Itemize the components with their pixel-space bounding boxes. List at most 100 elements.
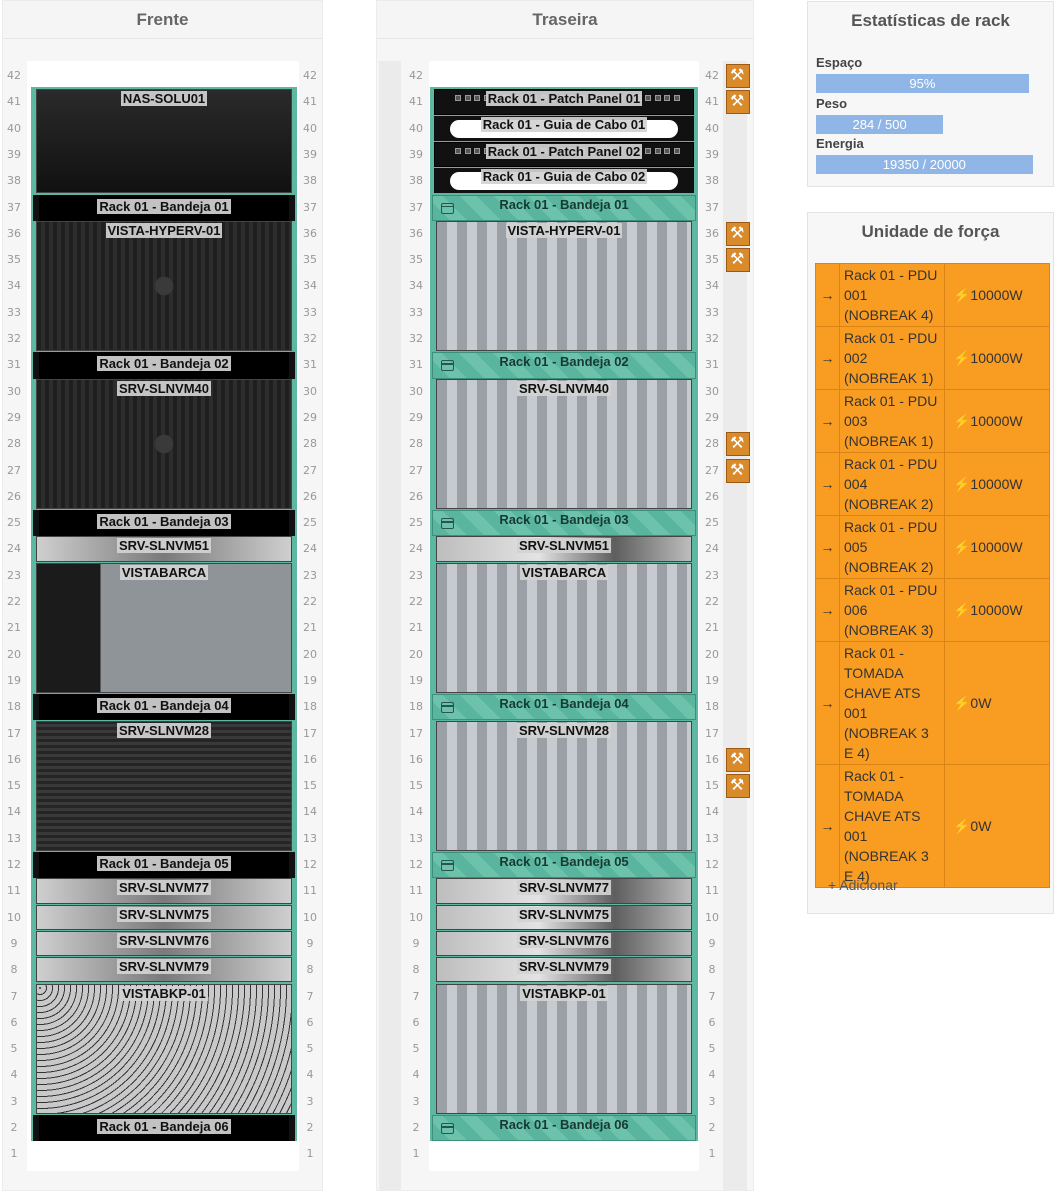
rack-rail bbox=[379, 61, 401, 1191]
pdu-row[interactable]: → Rack 01 - PDU 001 (NOBREAK 4) ⚡10000W bbox=[815, 263, 1050, 327]
device-front[interactable]: SRV-SLNVM28 bbox=[36, 720, 292, 851]
warning-icon[interactable] bbox=[726, 458, 750, 483]
device-rear[interactable]: SRV-SLNVM75 bbox=[436, 904, 692, 930]
rack-unit-number: 31 bbox=[705, 358, 719, 372]
port-icon bbox=[455, 95, 461, 102]
device-rear[interactable]: SRV-SLNVM76 bbox=[436, 930, 692, 957]
device-front[interactable]: SRV-SLNVM51 bbox=[36, 536, 292, 562]
port-icon bbox=[673, 147, 680, 154]
pdu-row[interactable]: → Rack 01 - TOMADA CHAVE ATS 001 (NOBREAK… bbox=[815, 764, 1050, 888]
device-label: Rack 01 - Bandeja 06 bbox=[97, 1119, 231, 1134]
device-front[interactable]: SRV-SLNVM79 bbox=[36, 957, 292, 983]
shelf-front[interactable]: Rack 01 - Bandeja 06 bbox=[33, 1115, 295, 1142]
pdu-row[interactable]: → Rack 01 - PDU 004 (NOBREAK 2) ⚡10000W bbox=[815, 452, 1050, 516]
port-icon bbox=[664, 95, 670, 102]
rack-unit-number: 7 bbox=[708, 989, 716, 1003]
warning-icon[interactable] bbox=[726, 221, 750, 246]
rack-unit-number: 5 bbox=[708, 1042, 716, 1056]
device-front[interactable]: SRV-SLNVM76 bbox=[36, 930, 292, 957]
port-icon bbox=[531, 147, 537, 154]
warning-icon[interactable] bbox=[726, 248, 750, 273]
device-rear[interactable]: SRV-SLNVM79 bbox=[436, 957, 692, 983]
device-front[interactable]: SRV-SLNVM75 bbox=[36, 904, 292, 930]
rack-unit-number: 15 bbox=[409, 779, 423, 793]
shelf-front[interactable]: Rack 01 - Bandeja 05 bbox=[33, 852, 295, 879]
device-rear[interactable]: SRV-SLNVM28 bbox=[436, 720, 692, 851]
rack-unit-number: 23 bbox=[705, 568, 719, 582]
device-rear[interactable]: SRV-SLNVM51 bbox=[436, 536, 692, 562]
warning-icon[interactable] bbox=[726, 747, 750, 772]
cable-guide[interactable]: Rack 01 - Guia de Cabo 02 bbox=[434, 168, 694, 194]
device-front[interactable]: NAS-SOLU01 bbox=[36, 89, 292, 194]
rack-unit-number: 6 bbox=[10, 1015, 18, 1029]
device-front[interactable]: VISTABARCA bbox=[36, 562, 292, 694]
patch-panel[interactable]: Rack 01 - Patch Panel 01 bbox=[434, 89, 694, 115]
rack-unit-number: 8 bbox=[412, 963, 420, 977]
rack-unit-number: 2 bbox=[306, 1121, 314, 1134]
rack-unit-number: 6 bbox=[412, 1015, 420, 1029]
port-icon bbox=[559, 147, 566, 154]
device-front[interactable]: SRV-SLNVM77 bbox=[36, 878, 292, 904]
rack-stats-panel: Estatísticas de rack Espaço 95% Peso 284… bbox=[807, 1, 1054, 187]
rack-unit-number: 41 bbox=[705, 95, 719, 109]
rack-unit-number: 38 bbox=[303, 174, 317, 188]
warning-icon[interactable] bbox=[726, 64, 750, 88]
port-icon bbox=[474, 147, 480, 154]
add-power-button[interactable]: + Adicionar bbox=[828, 877, 898, 893]
rack-unit-number: 2 bbox=[412, 1121, 420, 1134]
rack-unit-number: 11 bbox=[705, 884, 719, 898]
shelf-rear[interactable]: Rack 01 - Bandeja 02 bbox=[432, 352, 696, 379]
device-front[interactable]: SRV-SLNVM40 bbox=[36, 378, 292, 510]
port-icon bbox=[483, 95, 490, 102]
rack-unit-number: 5 bbox=[306, 1042, 314, 1056]
device-label: Rack 01 - Bandeja 03 bbox=[499, 512, 629, 528]
shelf-front[interactable]: Rack 01 - Bandeja 01 bbox=[33, 194, 295, 221]
pdu-row[interactable]: → Rack 01 - PDU 002 (NOBREAK 1) ⚡10000W bbox=[815, 326, 1050, 390]
rack-unit-number: 10 bbox=[7, 910, 21, 924]
device-front[interactable]: VISTA-HYPERV-01 bbox=[36, 220, 292, 352]
space-bar: 95% bbox=[816, 74, 1029, 93]
shelf-rear[interactable]: Rack 01 - Bandeja 06 bbox=[432, 1115, 696, 1142]
arrow-right-icon: → bbox=[815, 263, 840, 327]
rack-unit-number: 19 bbox=[705, 673, 719, 687]
rack-unit-number: 18 bbox=[705, 700, 719, 714]
device-label: SRV-SLNVM51 bbox=[116, 538, 212, 554]
device-rear[interactable]: VISTA-HYPERV-01 bbox=[436, 220, 692, 352]
pdu-power: ⚡10000W bbox=[944, 578, 1050, 642]
shelf-rear[interactable]: Rack 01 - Bandeja 04 bbox=[432, 694, 696, 721]
pdu-row[interactable]: → Rack 01 - PDU 003 (NOBREAK 1) ⚡10000W bbox=[815, 389, 1050, 453]
arrow-right-icon: → bbox=[815, 578, 840, 642]
shelf-rear[interactable]: Rack 01 - Bandeja 03 bbox=[432, 510, 696, 537]
device-front[interactable]: VISTABKP-01 bbox=[36, 983, 292, 1114]
port-icon bbox=[578, 95, 585, 102]
rack-unit-number: 12 bbox=[7, 858, 21, 871]
shelf-rear[interactable]: Rack 01 - Bandeja 01 bbox=[432, 194, 696, 221]
pdu-row[interactable]: → Rack 01 - PDU 006 (NOBREAK 3) ⚡10000W bbox=[815, 578, 1050, 642]
port-icon bbox=[540, 95, 547, 102]
rack-unit-number: 41 bbox=[303, 95, 317, 109]
shelf-front[interactable]: Rack 01 - Bandeja 02 bbox=[33, 352, 295, 379]
cable-guide[interactable]: Rack 01 - Guia de Cabo 01 bbox=[434, 115, 694, 141]
pdu-row[interactable]: → Rack 01 - PDU 005 (NOBREAK 2) ⚡10000W bbox=[815, 515, 1050, 579]
pdu-row[interactable]: → Rack 01 - TOMADA CHAVE ATS 001 (NOBREAK… bbox=[815, 641, 1050, 765]
shelf-front[interactable]: Rack 01 - Bandeja 03 bbox=[33, 510, 295, 537]
warning-icon[interactable] bbox=[726, 90, 750, 115]
shelf-front[interactable]: Rack 01 - Bandeja 04 bbox=[33, 694, 295, 721]
rack-unit-number: 3 bbox=[10, 1094, 18, 1108]
device-rear[interactable]: VISTABARCA bbox=[436, 562, 692, 694]
warning-icon[interactable] bbox=[726, 432, 750, 457]
patch-panel[interactable]: Rack 01 - Patch Panel 02 bbox=[434, 141, 694, 168]
rack-unit-number: 39 bbox=[7, 147, 21, 161]
rack-unit-number: 35 bbox=[409, 253, 423, 267]
shelf-rear[interactable]: Rack 01 - Bandeja 05 bbox=[432, 852, 696, 879]
device-rear[interactable]: VISTABKP-01 bbox=[436, 983, 692, 1114]
device-label: SRV-SLNVM75 bbox=[116, 906, 212, 922]
rack-unit-number: 34 bbox=[7, 279, 21, 293]
device-rear[interactable]: SRV-SLNVM40 bbox=[436, 378, 692, 510]
device-rear[interactable]: SRV-SLNVM77 bbox=[436, 878, 692, 904]
rack-unit-number: 2 bbox=[10, 1121, 18, 1134]
rack-unit-number: 26 bbox=[409, 489, 423, 503]
rack-unit-number: 36 bbox=[409, 226, 423, 240]
rack-unit-number: 24 bbox=[303, 542, 317, 556]
warning-icon[interactable] bbox=[726, 774, 750, 799]
